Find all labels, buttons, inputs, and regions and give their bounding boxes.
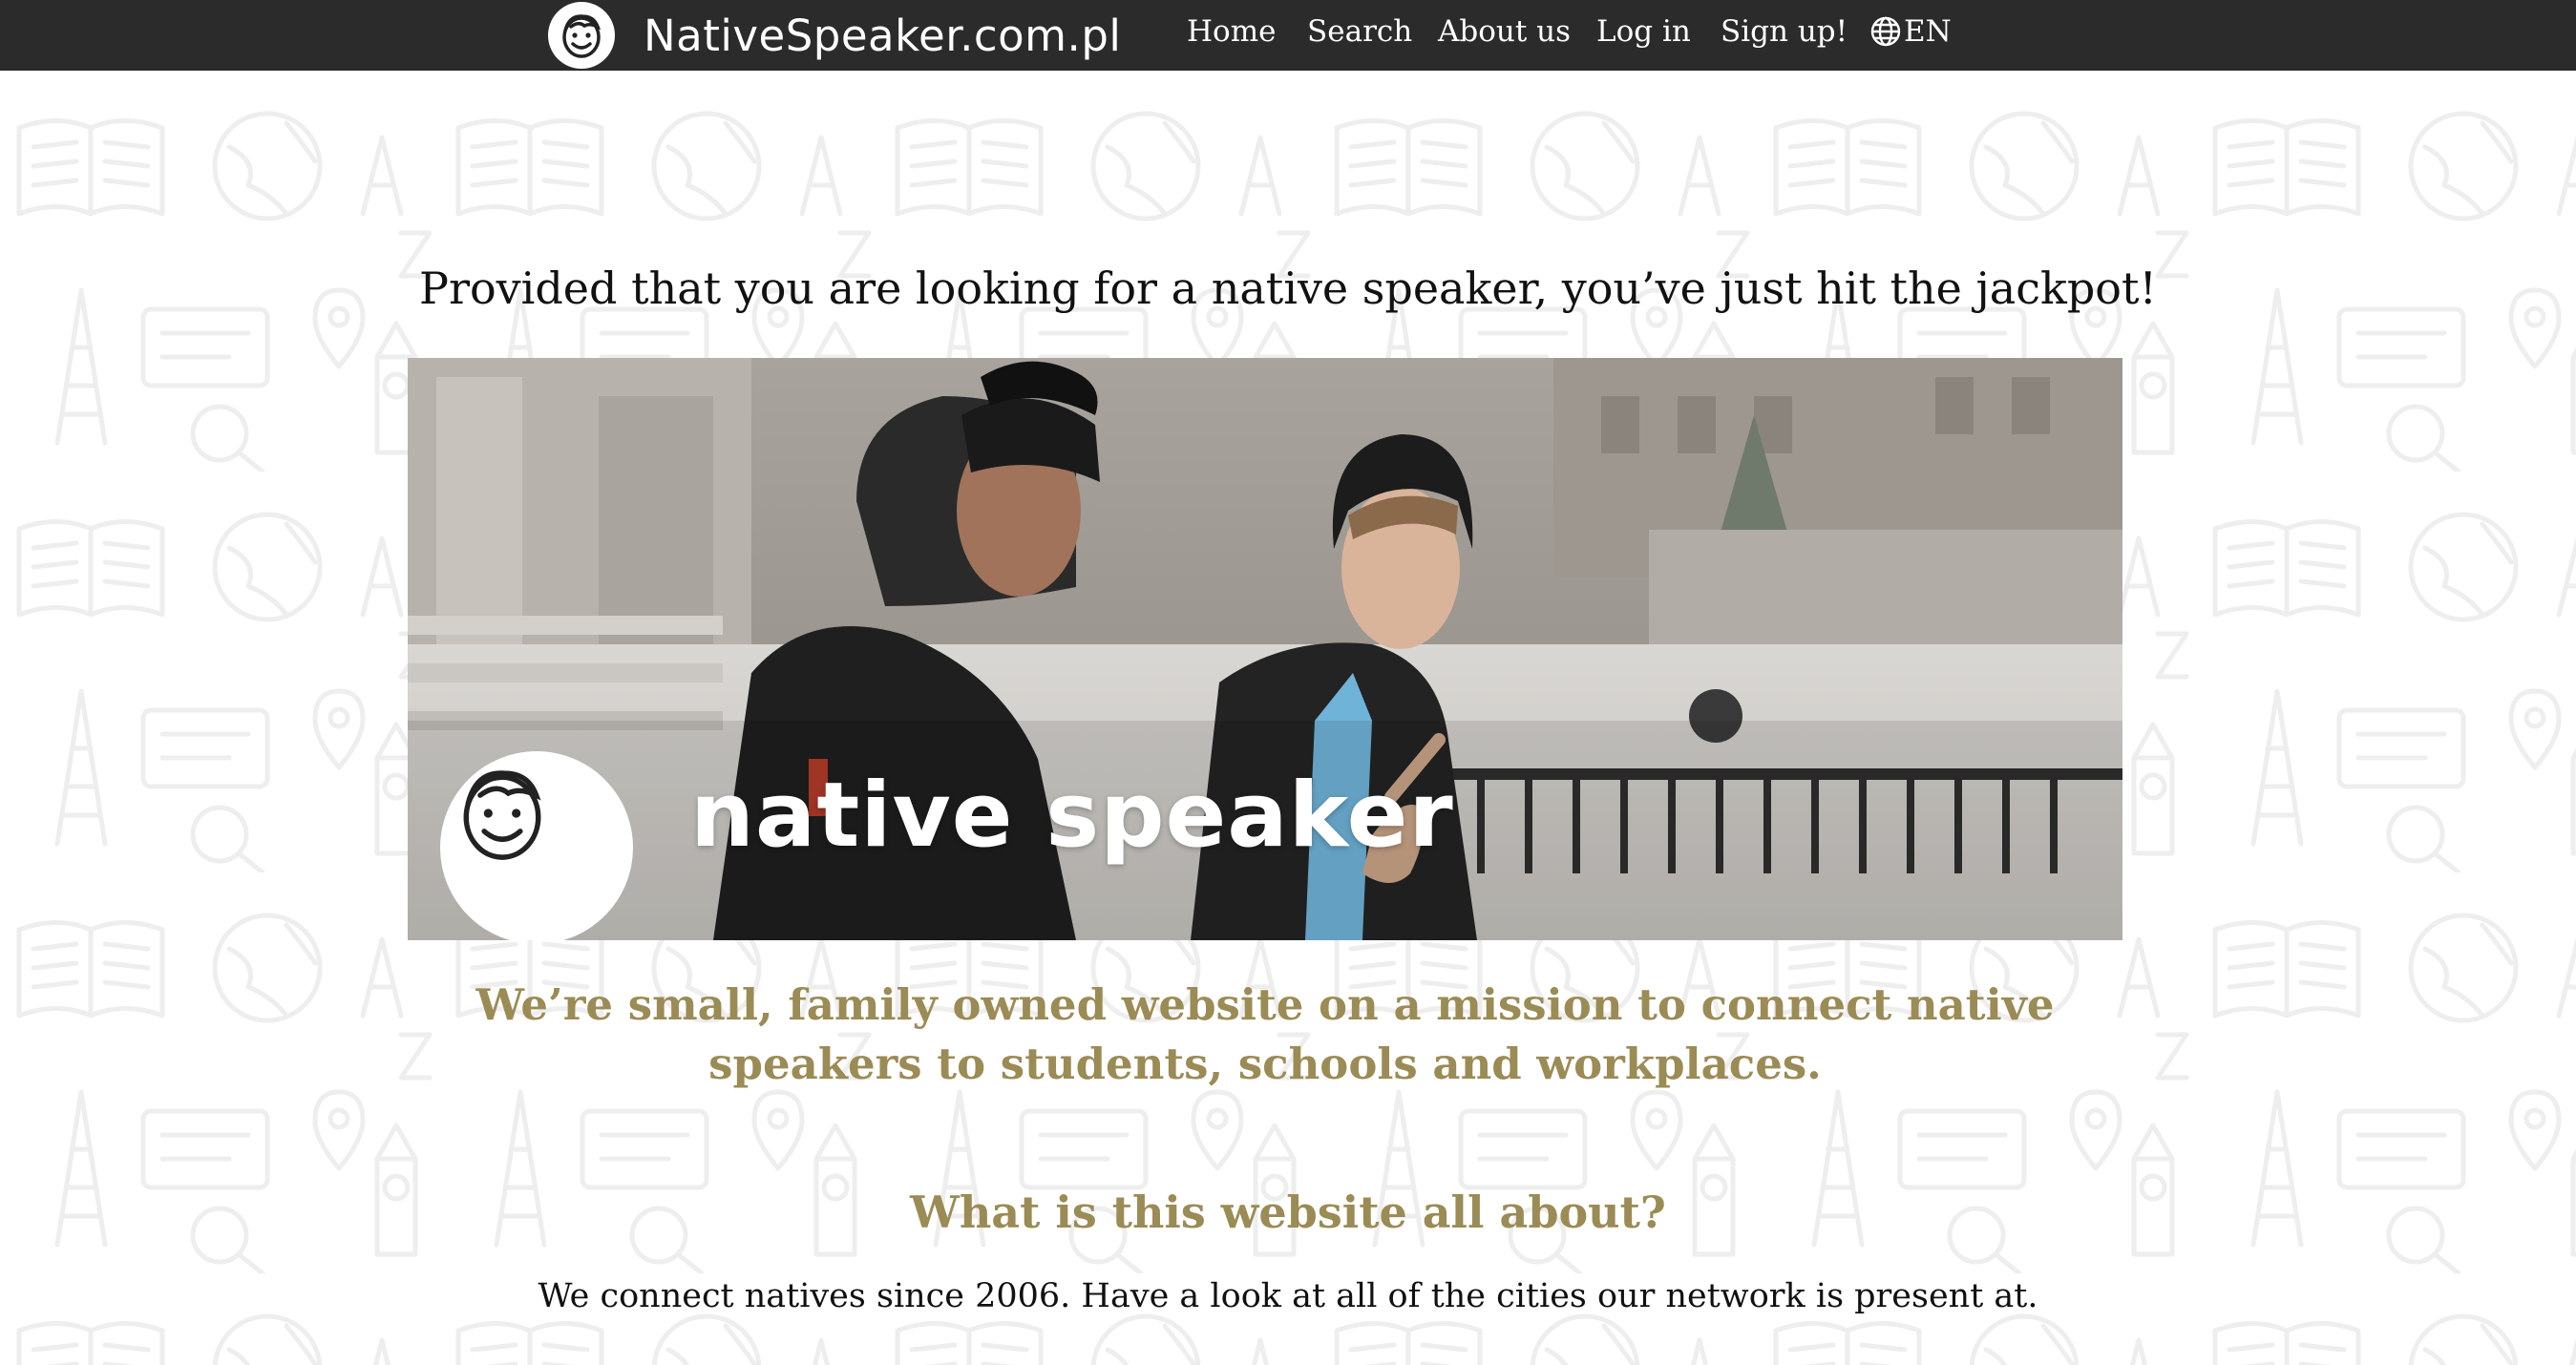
top-navigation-bar: NativeSpeaker.com.pl Home Search About u…: [0, 0, 2576, 71]
hero-smiley-badge-icon: [440, 751, 633, 940]
hero-overlay-text: native speaker: [690, 764, 1454, 868]
hero-banner: native speaker: [408, 358, 2122, 940]
about-section-heading: What is this website all about?: [910, 1186, 1666, 1238]
brand-name: NativeSpeaker.com.pl: [644, 10, 1122, 61]
language-selector[interactable]: EN: [1869, 14, 1952, 49]
smiley-face-logo-icon: [548, 2, 615, 69]
mission-statement: We’re small, family owned website on a m…: [475, 979, 2055, 1089]
brand-home-link[interactable]: NativeSpeaker.com.pl: [548, 1, 1121, 70]
nav-signup-link[interactable]: Sign up!: [1721, 14, 1848, 49]
nav-about-link[interactable]: About us: [1438, 14, 1571, 49]
nav-search-link[interactable]: Search: [1307, 14, 1412, 49]
language-code: EN: [1904, 14, 1952, 49]
nav-login-link[interactable]: Log in: [1596, 14, 1691, 49]
globe-icon: [1870, 16, 1901, 47]
page-tagline: Provided that you are looking for a nati…: [419, 262, 2157, 314]
about-section-text: We connect natives since 2006. Have a lo…: [538, 1277, 2038, 1315]
nav-home-link[interactable]: Home: [1187, 14, 1276, 49]
